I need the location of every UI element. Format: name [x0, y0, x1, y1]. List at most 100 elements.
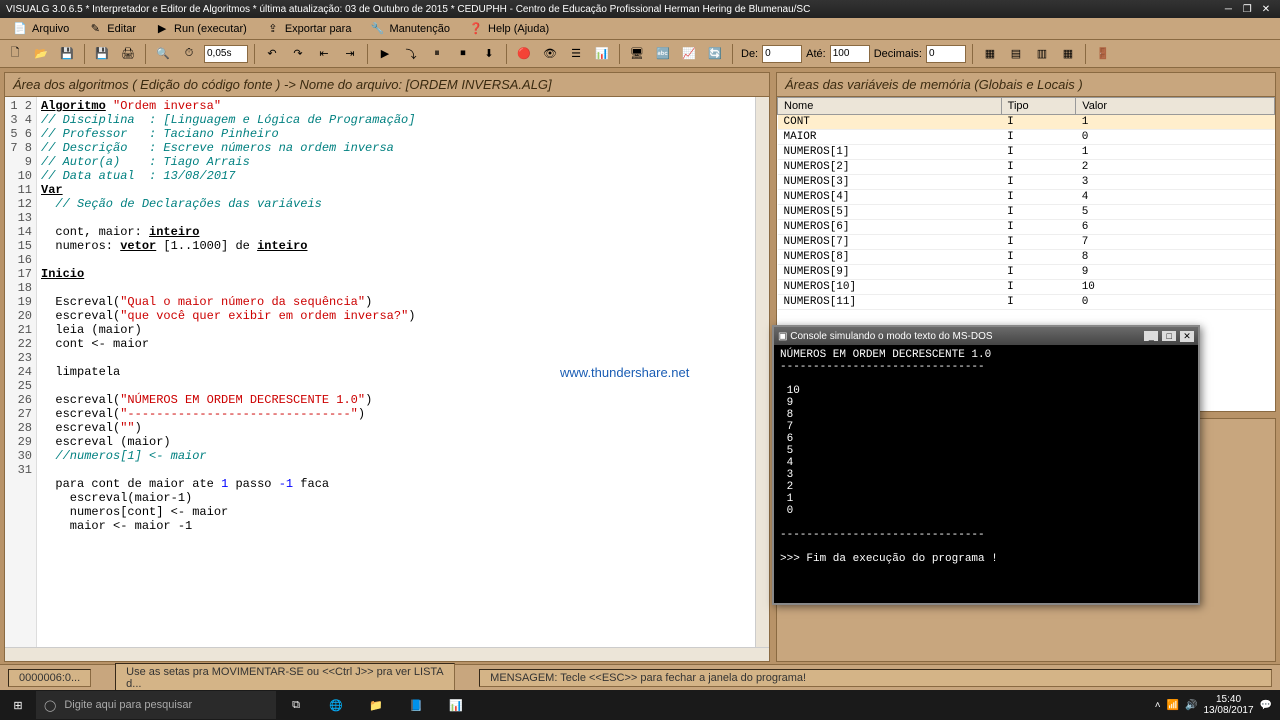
- step-over-button[interactable]: ⤵: [400, 43, 422, 65]
- tray-network-icon[interactable]: 📶: [1167, 700, 1179, 711]
- status-position: 0000006:0...: [8, 669, 91, 687]
- step-into-button[interactable]: ⬇: [478, 43, 500, 65]
- edit-icon: ✎: [87, 21, 103, 37]
- col-tipo[interactable]: Tipo: [1001, 98, 1076, 115]
- layout1-button[interactable]: ▦: [979, 43, 1001, 65]
- table-row[interactable]: NUMEROS[2]I2: [778, 160, 1275, 175]
- help-icon: ❓: [468, 21, 484, 37]
- refresh-button[interactable]: 🔄: [704, 43, 726, 65]
- word-icon[interactable]: 📘: [396, 690, 436, 720]
- console-output[interactable]: NÚMEROS EM ORDEM DECRESCENTE 1.0 -------…: [774, 345, 1198, 603]
- decimais-input[interactable]: [926, 45, 966, 63]
- col-nome[interactable]: Nome: [778, 98, 1002, 115]
- table-row[interactable]: CONTI1: [778, 115, 1275, 130]
- ate-label: Até:: [806, 48, 826, 60]
- table-row[interactable]: NUMEROS[3]I3: [778, 175, 1275, 190]
- console-titlebar[interactable]: ▣ Console simulando o modo texto do MS-D…: [774, 327, 1198, 345]
- text-button[interactable]: 🔤: [652, 43, 674, 65]
- separator: [1085, 44, 1086, 64]
- ate-input[interactable]: [830, 45, 870, 63]
- console-title-text: Console simulando o modo texto do MS-DOS: [790, 331, 992, 342]
- breakpoint-button[interactable]: 🔴: [513, 43, 535, 65]
- maximize-button[interactable]: ❐: [1239, 4, 1255, 15]
- minimize-button[interactable]: ─: [1220, 4, 1236, 15]
- timer-button[interactable]: ⏱: [178, 43, 200, 65]
- vars-button[interactable]: ☰: [565, 43, 587, 65]
- table-row[interactable]: NUMEROS[5]I5: [778, 205, 1275, 220]
- menu-editar[interactable]: ✎Editar: [79, 19, 144, 39]
- open-button[interactable]: 📂: [30, 43, 52, 65]
- new-button[interactable]: 🗋: [4, 43, 26, 65]
- console-window[interactable]: ▣ Console simulando o modo texto do MS-D…: [772, 325, 1200, 605]
- tray-notifications-icon[interactable]: 💬: [1260, 700, 1272, 711]
- window-title: VISUALG 3.0.6.5 * Interpretador e Editor…: [6, 4, 810, 15]
- editor-title: Área dos algoritmos ( Edição do código f…: [5, 73, 769, 97]
- exit-button[interactable]: 🚪: [1092, 43, 1114, 65]
- print-button[interactable]: 🖨: [117, 43, 139, 65]
- watch-button[interactable]: 👁: [539, 43, 561, 65]
- prev-button[interactable]: ⇤: [313, 43, 335, 65]
- separator: [145, 44, 146, 64]
- save-button[interactable]: 💾: [56, 43, 78, 65]
- console-maximize[interactable]: □: [1162, 331, 1176, 341]
- table-row[interactable]: NUMEROS[11]I0: [778, 295, 1275, 310]
- pause-button[interactable]: ⏸: [426, 43, 448, 65]
- layout4-button[interactable]: ▦: [1057, 43, 1079, 65]
- menu-help[interactable]: ❓Help (Ajuda): [460, 19, 557, 39]
- console-minimize[interactable]: _: [1144, 331, 1158, 341]
- menu-arquivo[interactable]: 📄Arquivo: [4, 19, 77, 39]
- run-button[interactable]: ▶: [374, 43, 396, 65]
- line-gutter: 1 2 3 4 5 6 7 8 9 10 11 12 13 14 15 16 1…: [5, 97, 37, 647]
- maintenance-icon: 🔧: [369, 21, 385, 37]
- chart-button[interactable]: 📈: [678, 43, 700, 65]
- table-row[interactable]: NUMEROS[10]I10: [778, 280, 1275, 295]
- editor-scrollbar-vertical[interactable]: [755, 97, 769, 647]
- stop-button[interactable]: ⏹: [452, 43, 474, 65]
- start-button[interactable]: ⊞: [0, 690, 36, 720]
- search-box[interactable]: ◯ Digite aqui para pesquisar: [36, 691, 276, 719]
- table-row[interactable]: MAIORI0: [778, 130, 1275, 145]
- layout3-button[interactable]: ▥: [1031, 43, 1053, 65]
- separator: [732, 44, 733, 64]
- task-view-button[interactable]: ⧉: [276, 690, 316, 720]
- export-icon: ⇪: [265, 21, 281, 37]
- search-placeholder: Digite aqui para pesquisar: [64, 699, 192, 711]
- menu-run[interactable]: ▶Run (executar): [146, 19, 255, 39]
- chrome-icon[interactable]: 🌐: [316, 690, 356, 720]
- menubar: 📄Arquivo ✎Editar ▶Run (executar) ⇪Export…: [0, 18, 1280, 40]
- status-hint: Use as setas pra MOVIMENTAR-SE ou <<Ctrl…: [115, 663, 455, 693]
- layout2-button[interactable]: ▤: [1005, 43, 1027, 65]
- menu-manutencao[interactable]: 🔧Manutenção: [361, 19, 458, 39]
- de-label: De:: [741, 48, 758, 60]
- table-row[interactable]: NUMEROS[9]I9: [778, 265, 1275, 280]
- toolbar: 🗋 📂 💾 💾 🖨 🔍 ⏱ ↶ ↷ ⇤ ⇥ ▶ ⤵ ⏸ ⏹ ⬇ 🔴 👁 ☰ 📊 …: [0, 40, 1280, 68]
- undo-button[interactable]: ↶: [261, 43, 283, 65]
- trace-button[interactable]: 📊: [591, 43, 613, 65]
- find-button[interactable]: 🔍: [152, 43, 174, 65]
- table-row[interactable]: NUMEROS[6]I6: [778, 220, 1275, 235]
- explorer-icon[interactable]: 📁: [356, 690, 396, 720]
- table-row[interactable]: NUMEROS[4]I4: [778, 190, 1275, 205]
- task-icons: ⧉ 🌐 📁 📘 📊: [276, 690, 476, 720]
- next-button[interactable]: ⇥: [339, 43, 361, 65]
- table-row[interactable]: NUMEROS[7]I7: [778, 235, 1275, 250]
- menu-exportar[interactable]: ⇪Exportar para: [257, 19, 360, 39]
- separator: [972, 44, 973, 64]
- de-input[interactable]: [762, 45, 802, 63]
- tray-volume-icon[interactable]: 🔊: [1185, 700, 1197, 711]
- editor-scrollbar-horizontal[interactable]: [5, 647, 769, 661]
- monitor-button[interactable]: 🖥: [626, 43, 648, 65]
- close-button[interactable]: ✕: [1258, 4, 1274, 15]
- status-message: MENSAGEM: Tecle <<ESC>> para fechar a ja…: [479, 669, 1272, 687]
- redo-button[interactable]: ↷: [287, 43, 309, 65]
- save-as-button[interactable]: 💾: [91, 43, 113, 65]
- tray-chevron-icon[interactable]: ˄: [1155, 700, 1161, 711]
- table-row[interactable]: NUMEROS[8]I8: [778, 250, 1275, 265]
- visualg-icon[interactable]: 📊: [436, 690, 476, 720]
- console-close[interactable]: ✕: [1180, 331, 1194, 342]
- separator: [254, 44, 255, 64]
- col-valor[interactable]: Valor: [1076, 98, 1275, 115]
- timer-input[interactable]: [204, 45, 248, 63]
- table-row[interactable]: NUMEROS[1]I1: [778, 145, 1275, 160]
- tray-clock[interactable]: 15:40 13/08/2017: [1203, 694, 1253, 716]
